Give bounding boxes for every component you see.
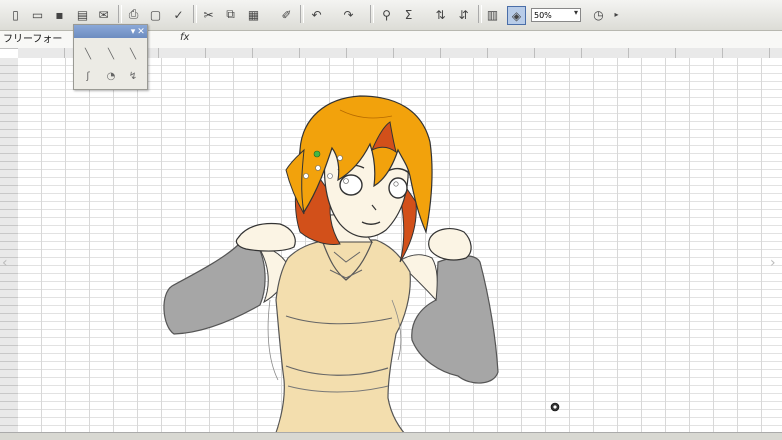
edit-handle [337, 155, 343, 161]
chevron-down-icon[interactable]: ▾ [574, 8, 578, 17]
scribble-tool-icon[interactable]: ╲ [126, 47, 140, 61]
right-eye [388, 177, 408, 199]
worksheet-grid[interactable] [18, 58, 782, 440]
print-icon[interactable]: ⎙ [125, 6, 142, 23]
new-icon[interactable]: ▯ [7, 6, 24, 23]
freeform-palette[interactable]: ▾ ✕ ╲ ╲ ╲ ʃ ◔ ↯ [73, 24, 148, 90]
line-tool-icon[interactable]: ╲ [81, 47, 95, 61]
edit-handle [315, 165, 321, 171]
help-icon[interactable]: ◷ [590, 6, 607, 23]
left-eye-highlight [343, 178, 349, 184]
cut-icon[interactable]: ✂ [200, 6, 217, 23]
row-headers[interactable] [0, 58, 19, 440]
edit-handle [327, 173, 333, 179]
copy-icon[interactable]: ⧉ [222, 6, 239, 23]
excel-window: ▯ ▭ ▪ ▤ ✉ ⎙ ▢ ✓ ✂ ⧉ ▦ ✐ ↶ ↷ ⚲ Σ ⇅ ⇵ ▥ ◈ … [0, 0, 782, 440]
close-icon[interactable]: ✕ [134, 25, 148, 39]
undo-icon[interactable]: ↶ [308, 6, 325, 23]
freeform-tool-icon[interactable]: ╲ [104, 47, 118, 61]
toolbar-separator [478, 5, 482, 23]
left-eye [339, 174, 363, 196]
toolbar-separator [193, 5, 197, 23]
autosum-icon[interactable]: Σ [400, 6, 417, 23]
edit-handle [303, 173, 309, 179]
redo-icon[interactable]: ↷ [340, 6, 357, 23]
status-bar [0, 432, 782, 440]
edit-points-icon[interactable]: ◔ [104, 69, 118, 83]
spelling-icon[interactable]: ✓ [170, 6, 187, 23]
edit-handle [313, 150, 321, 158]
close-curve-icon[interactable]: ↯ [126, 69, 140, 83]
dress-body [272, 239, 412, 440]
rotate-handle-center [553, 405, 557, 409]
freeform-drawing[interactable] [18, 58, 782, 440]
format-painter-icon[interactable]: ✐ [278, 6, 295, 23]
open-icon[interactable]: ▭ [29, 6, 46, 23]
toolbar-separator [370, 5, 374, 23]
drawing-icon[interactable]: ◈ [507, 6, 526, 25]
fx-label[interactable]: fx [180, 32, 189, 43]
email-icon[interactable]: ✉ [95, 6, 112, 23]
hyperlink-icon[interactable]: ⚲ [378, 6, 395, 23]
left-sleeve [163, 244, 266, 335]
next-arrow-icon[interactable]: › [770, 255, 776, 271]
right-fist [428, 228, 472, 261]
toolbar-options-icon[interactable]: ▸ [608, 6, 625, 23]
permission-icon[interactable]: ▤ [74, 6, 91, 23]
save-icon[interactable]: ▪ [51, 6, 68, 23]
chart-wizard-icon[interactable]: ▥ [484, 6, 501, 23]
toolbar-separator [118, 5, 122, 23]
sort-descending-icon[interactable]: ⇵ [455, 6, 472, 23]
name-box[interactable]: フリーフォー [3, 31, 62, 48]
toolbar-separator [300, 5, 304, 23]
paste-icon[interactable]: ▦ [245, 6, 262, 23]
right-eye-highlight [393, 181, 399, 187]
print-preview-icon[interactable]: ▢ [147, 6, 164, 23]
prev-arrow-icon[interactable]: ‹ [2, 255, 8, 271]
curve-tool-icon[interactable]: ʃ [81, 69, 95, 83]
left-fist [235, 222, 296, 252]
sort-ascending-icon[interactable]: ⇅ [432, 6, 449, 23]
